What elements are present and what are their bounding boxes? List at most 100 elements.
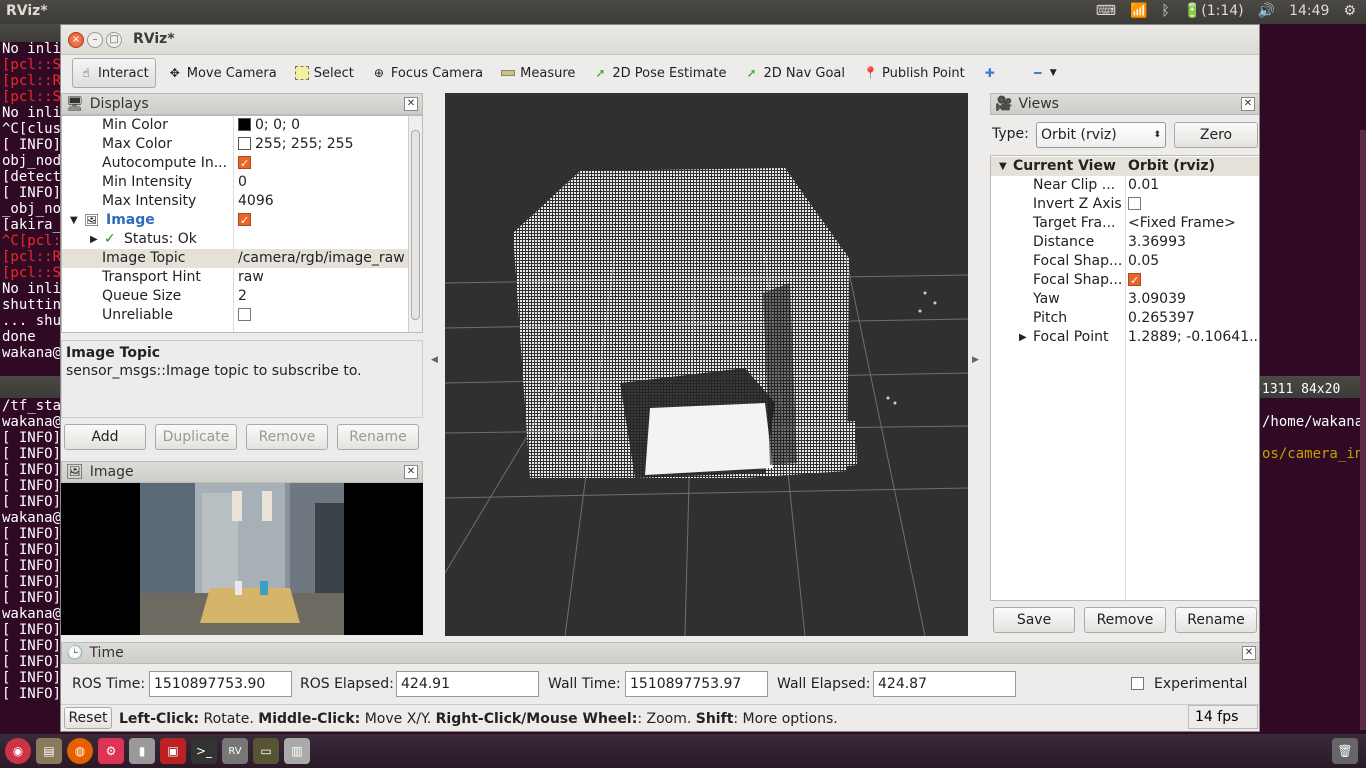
minimize-button[interactable]: – — [87, 32, 103, 48]
display-property-row[interactable]: Min Color 0; 0; 0 — [62, 116, 408, 135]
focal-shape-checkbox[interactable] — [1128, 271, 1141, 290]
app-icon[interactable]: ▮ — [129, 738, 155, 764]
maximize-button[interactable]: □ — [106, 32, 122, 48]
firefox-icon[interactable]: ◍ — [67, 738, 93, 764]
display-property-row[interactable]: Max Color 255; 255; 255 — [62, 135, 408, 154]
color-swatch[interactable] — [238, 118, 251, 131]
collapse-icon[interactable]: ▼ — [70, 211, 78, 230]
display-property-row[interactable]: Max Intensity 4096 — [62, 192, 408, 211]
ros-time-field[interactable]: 1510897753.90 — [149, 671, 292, 697]
wifi-icon[interactable]: 📶 — [1130, 3, 1147, 19]
wall-time-field[interactable]: 1510897753.97 — [625, 671, 768, 697]
display-property-row[interactable]: Unreliable — [62, 306, 408, 325]
displays-tree[interactable]: Min Color 0; 0; 0 Max Color 255; 255; 255 Au… — [61, 115, 423, 333]
drive-icon[interactable]: ▥ — [284, 738, 310, 764]
invert-z-checkbox[interactable] — [1128, 197, 1141, 210]
settings-icon[interactable]: ⚙ — [98, 738, 124, 764]
property-value-text: /camera/rgb/image_raw — [238, 250, 405, 266]
enabled-checkbox[interactable] — [238, 211, 251, 230]
view-property-row[interactable]: Distance 3.36993 — [991, 233, 1259, 252]
display-property-row[interactable]: ▼ 🖼 Image — [62, 211, 408, 230]
add-tool-button[interactable]: ✚ — [977, 58, 1003, 88]
description-text: sensor_msgs::Image topic to subscribe to… — [66, 363, 362, 379]
ros-elapsed-label: ROS Elapsed: — [300, 676, 394, 692]
view-property-name: Focal Point — [1033, 329, 1109, 345]
save-view-button[interactable]: Save — [993, 607, 1075, 633]
rename-view-button[interactable]: Rename — [1175, 607, 1257, 633]
move-camera-tool[interactable]: ✥ Move Camera — [162, 58, 283, 88]
property-name: Image Topic — [102, 250, 186, 266]
focus-camera-tool[interactable]: ⊕ Focus Camera — [366, 58, 489, 88]
close-icon[interactable]: ✕ — [1241, 97, 1255, 111]
interact-tool[interactable]: ☝ Interact — [72, 58, 156, 88]
wall-elapsed-field[interactable]: 424.87 — [873, 671, 1016, 697]
display-property-row[interactable]: Transport Hint raw — [62, 268, 408, 287]
trash-icon[interactable]: 🗑 — [1332, 738, 1358, 764]
property-name: Autocompute In... — [102, 155, 228, 171]
display-property-row[interactable]: Image Topic/camera/rgb/image_raw — [62, 249, 408, 268]
enabled-checkbox[interactable] — [238, 154, 251, 173]
display-property-row[interactable]: Autocompute In... — [62, 154, 408, 173]
remove-tool-button[interactable]: ━ ▼ — [1025, 58, 1063, 88]
bluetooth-icon[interactable]: ᛒ — [1161, 3, 1169, 19]
property-value-text: 0 — [238, 174, 247, 190]
close-icon[interactable]: ✕ — [404, 465, 418, 479]
view-property-value: 0.01 — [1128, 176, 1159, 195]
publish-point-tool[interactable]: 📍 Publish Point — [857, 58, 971, 88]
remove-display-button[interactable]: Remove — [246, 424, 328, 450]
3d-render-view[interactable] — [444, 93, 969, 637]
files-icon[interactable]: ▤ — [36, 738, 62, 764]
right-splitter-arrow[interactable]: ▶ — [972, 355, 979, 365]
zero-button[interactable]: Zero — [1174, 122, 1258, 148]
keyboard-icon[interactable]: ⌨ — [1096, 3, 1116, 19]
measure-tool[interactable]: Measure — [495, 58, 581, 88]
gear-icon[interactable]: ⚙ — [1343, 3, 1356, 19]
view-property-row[interactable]: Invert Z Axis — [991, 195, 1259, 214]
battery-status[interactable]: 🔋(1:14) — [1184, 3, 1244, 19]
window-icon[interactable]: ▭ — [253, 738, 279, 764]
view-property-row[interactable]: Target Fra... <Fixed Frame> — [991, 214, 1259, 233]
view-property-row[interactable]: Yaw 3.09039 — [991, 290, 1259, 309]
views-tree[interactable]: ▼ Current View Orbit (rviz) Near Clip ..… — [990, 155, 1259, 602]
select-tool[interactable]: Select — [289, 58, 360, 88]
expand-icon[interactable]: ▼ — [999, 157, 1007, 176]
duplicate-button[interactable]: Duplicate — [155, 424, 237, 450]
video-icon[interactable]: ▣ — [160, 738, 186, 764]
right-scrollbar[interactable] — [1360, 130, 1366, 730]
pose-estimate-tool[interactable]: ➚ 2D Pose Estimate — [587, 58, 732, 88]
view-property-row[interactable]: Focal Shap... — [991, 271, 1259, 290]
expand-icon[interactable]: ▶ — [90, 230, 98, 249]
color-swatch[interactable] — [238, 137, 251, 150]
view-property-row[interactable]: Near Clip ... 0.01 — [991, 176, 1259, 195]
remove-view-button[interactable]: Remove — [1084, 607, 1166, 633]
reset-button[interactable]: Reset — [64, 707, 112, 729]
display-property-row[interactable]: Min Intensity 0 — [62, 173, 408, 192]
nav-goal-tool[interactable]: ➚ 2D Nav Goal — [738, 58, 851, 88]
display-property-row[interactable]: Queue Size 2 — [62, 287, 408, 306]
clock[interactable]: 14:49 — [1289, 3, 1329, 19]
close-button[interactable]: × — [68, 32, 84, 48]
add-button[interactable]: Add — [64, 424, 146, 450]
ubuntu-logo-icon[interactable]: ◉ — [5, 738, 31, 764]
rename-display-button[interactable]: Rename — [337, 424, 419, 450]
view-property-value: <Fixed Frame> — [1128, 214, 1236, 233]
view-property-row[interactable]: Pitch 0.265397 — [991, 309, 1259, 328]
displays-scrollbar[interactable] — [408, 116, 422, 332]
property-name: Min Color — [102, 117, 168, 133]
view-type-select[interactable]: Orbit (rviz) ⬍ — [1036, 122, 1166, 148]
current-view-row[interactable]: ▼ Current View Orbit (rviz) — [991, 157, 1259, 176]
expand-icon[interactable]: ▶ — [1019, 328, 1027, 347]
terminal-icon[interactable]: >_ — [191, 738, 217, 764]
rviz-icon[interactable]: RV — [222, 738, 248, 764]
unreliable-checkbox[interactable] — [238, 308, 251, 321]
ros-elapsed-field[interactable]: 424.91 — [396, 671, 539, 697]
display-property-row[interactable]: ▶ ✓ Status: Ok — [62, 230, 408, 249]
volume-icon[interactable]: 🔊 — [1258, 3, 1275, 19]
experimental-checkbox[interactable] — [1131, 677, 1144, 690]
left-splitter-arrow[interactable]: ◀ — [431, 355, 438, 365]
close-icon[interactable]: ✕ — [1242, 646, 1256, 660]
view-property-row[interactable]: Focal Shap... 0.05 — [991, 252, 1259, 271]
close-icon[interactable]: ✕ — [404, 97, 418, 111]
view-property-row[interactable]: ▶ Focal Point 1.2889; -0.10641... — [991, 328, 1259, 347]
scrollbar-thumb[interactable] — [411, 130, 420, 320]
